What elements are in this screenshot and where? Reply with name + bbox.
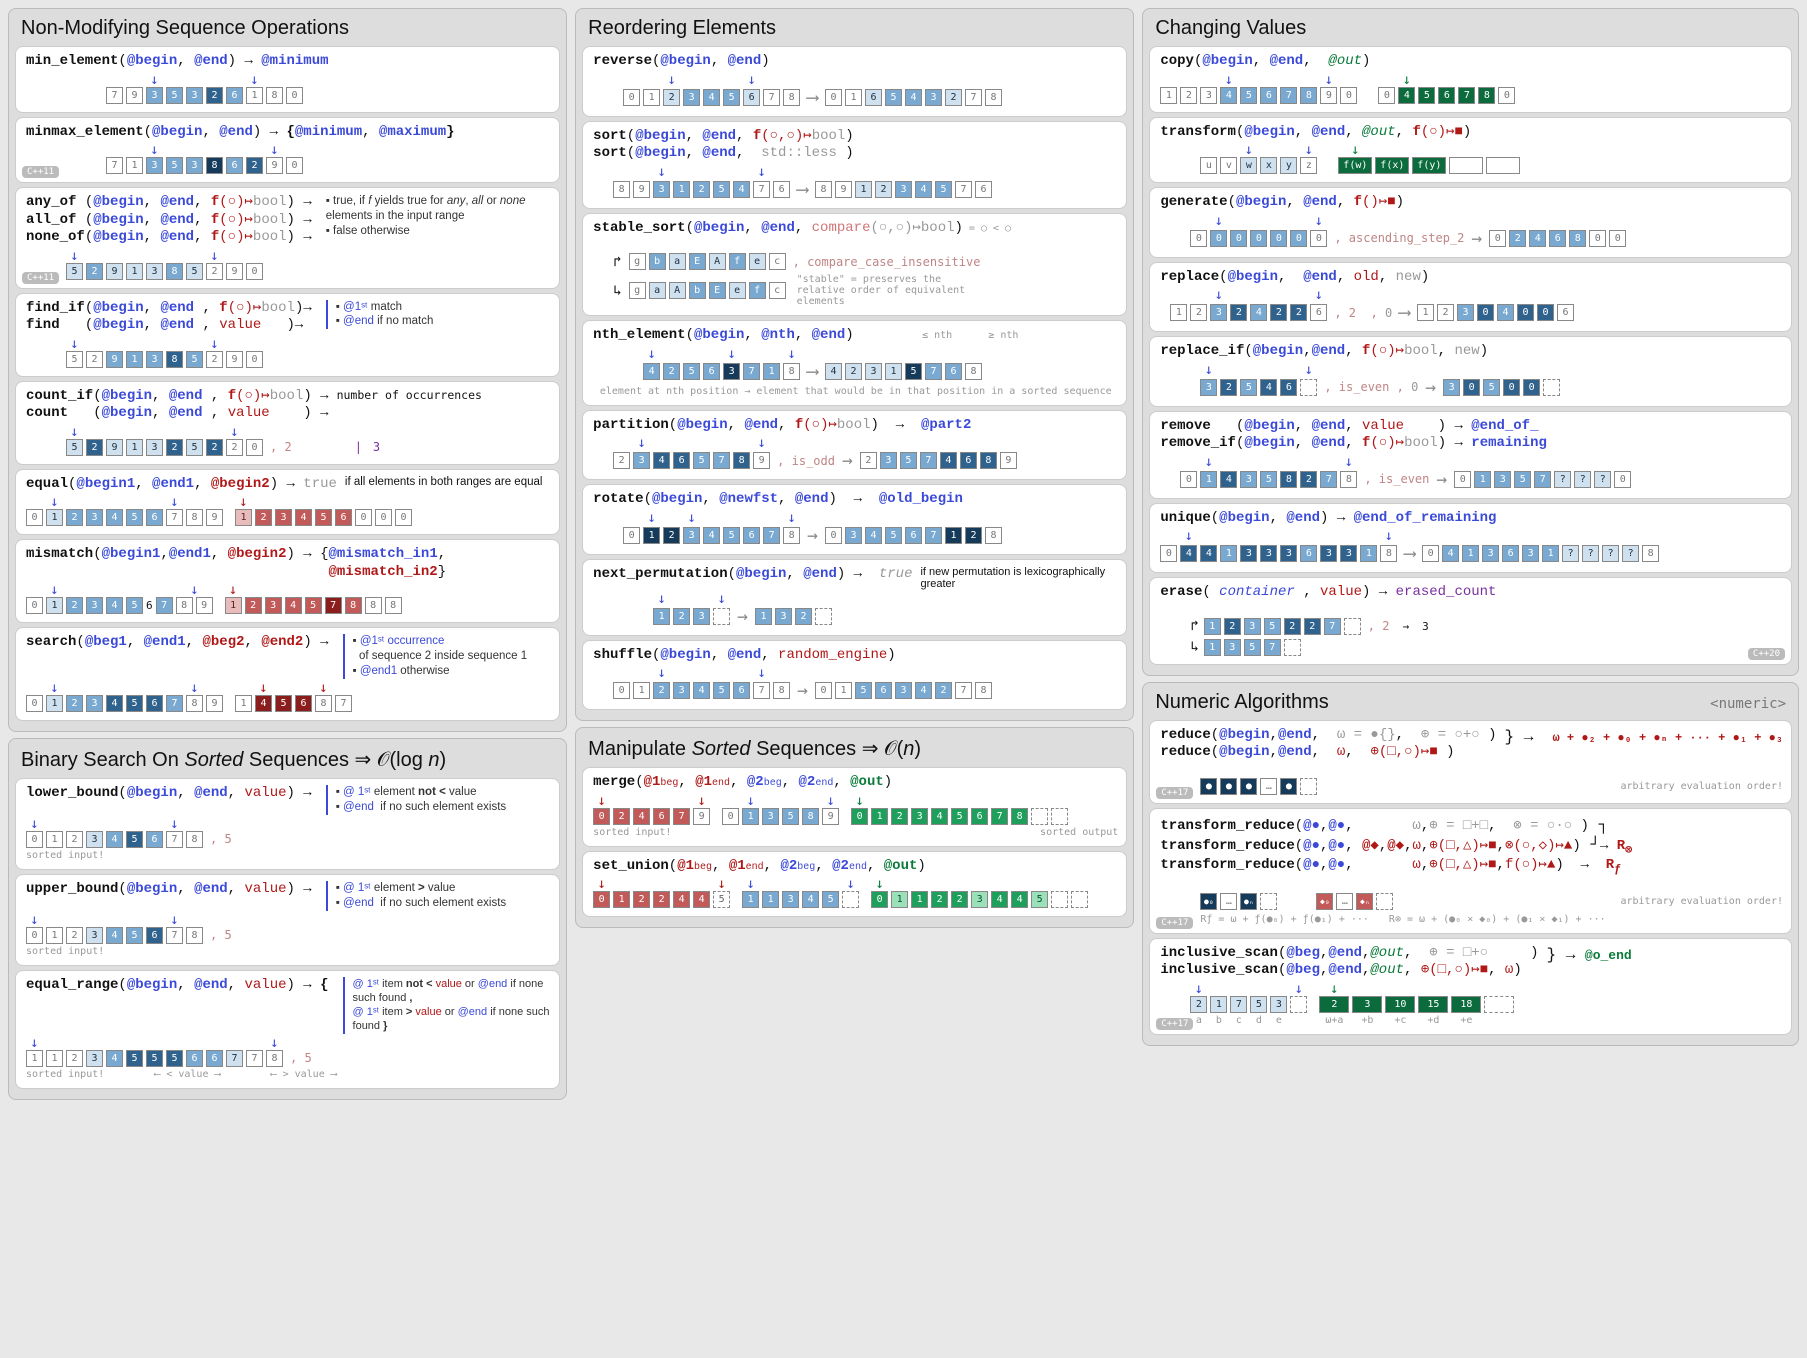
card-minmax-element: minmax_element(@begin, @end) → {@minimum… xyxy=(15,117,560,184)
card-set-union: set_union(@1beg, @1end, @2beg, @2end, @o… xyxy=(582,851,1127,918)
card-generate: generate(@begin, @end, f()↦■) ↓↓ 0000000… xyxy=(1149,187,1792,258)
card-find: find_if(@begin, @end , f(○)↦bool)→ find … xyxy=(15,293,560,377)
card-unique: unique(@begin, @end) → @end_of_remaining… xyxy=(1149,503,1792,574)
cheatsheet: Non-Modifying Sequence Operations min_el… xyxy=(8,8,1799,1100)
card-erase: erase( container , value) → erased_count… xyxy=(1149,577,1792,665)
card-stable-sort: stable_sort(@begin, @end, compare(○,○)↦b… xyxy=(582,213,1127,317)
section-numeric: Numeric Algorithms<numeric> reduce(@begi… xyxy=(1142,682,1799,1046)
card-search: search(@beg1, @end1, @beg2, @end2) → ▪ @… xyxy=(15,627,560,721)
section-manipulate-sorted: Manipulate Sorted Sequences ⇒ 𝒪(n) merge… xyxy=(575,727,1134,928)
section-binsearch: Binary Search On Sorted Sequences ⇒ 𝒪(lo… xyxy=(8,738,567,1100)
card-any-all-none: any_of (@begin, @end, f(○)↦bool) → all_o… xyxy=(15,187,560,289)
card-replace-if: replace_if(@begin,@end, f(○)↦bool, new) … xyxy=(1149,336,1792,407)
card-equal: equal(@begin1, @end1, @begin2) → true if… xyxy=(15,469,560,536)
card-transform-reduce: transform_reduce(@●,@●, ω,⊕ = □+□, ⊗ = ○… xyxy=(1149,808,1792,934)
note-true: true, if f yields true for any, all or n… xyxy=(326,195,526,222)
card-next-permutation: next_permutation(@begin, @end) → true if… xyxy=(582,559,1127,636)
card-reverse: reverse(@begin, @end) ↓↓ 012345678 ⟶ 016… xyxy=(582,46,1127,117)
card-copy: copy(@begin, @end, @out) ↓↓ 1234567890 ↓… xyxy=(1149,46,1792,113)
section-reordering: Reordering Elements reverse(@begin, @end… xyxy=(575,8,1134,721)
card-sort: sort(@begin, @end, f(○,○)↦bool) sort(@be… xyxy=(582,121,1127,209)
card-transform: transform(@begin, @end, @out, f(○)↦■) ↓↓… xyxy=(1149,117,1792,184)
card-equal-range: equal_range(@begin, @end, value) → { @ 1… xyxy=(15,970,560,1089)
viz-min-element: ↓↓ 7935326180 xyxy=(106,87,551,104)
card-rotate: rotate(@begin, @newfst, @end) → @old_beg… xyxy=(582,484,1127,555)
card-lower-bound: lower_bound(@begin, @end, value) → ▪ @ 1… xyxy=(15,778,560,870)
card-remove: remove (@begin, @end, value ) → @end_of_… xyxy=(1149,411,1792,499)
card-reduce: reduce(@begin,@end, ω = ●{}, ⊕ = ○+○ ) r… xyxy=(1149,720,1792,804)
col-mid: Reordering Elements reverse(@begin, @end… xyxy=(575,8,1134,1100)
card-inclusive-scan: inclusive_scan(@beg,@end,@out, ⊕ = □+○ )… xyxy=(1149,938,1792,1035)
card-mismatch: mismatch(@begin1,@end1, @begin2) → {@mis… xyxy=(15,539,560,623)
card-merge: merge(@1beg, @1end, @2beg, @2end, @out) … xyxy=(582,767,1127,847)
section-nonmodifying: Non-Modifying Sequence Operations min_el… xyxy=(8,8,567,732)
section-title: Non-Modifying Sequence Operations xyxy=(15,15,560,46)
card-partition: partition(@begin, @end, f(○)↦bool) → @pa… xyxy=(582,410,1127,481)
card-count: count_if(@begin, @end , f(○)↦bool) → cou… xyxy=(15,381,560,465)
card-min-element: min_element(@begin, @end) → @minimum ↓↓ … xyxy=(15,46,560,113)
tag-cpp11: C++11 xyxy=(22,166,59,178)
section-changing-values: Changing Values copy(@begin, @end, @out)… xyxy=(1142,8,1799,676)
col-left: Non-Modifying Sequence Operations min_el… xyxy=(8,8,567,1100)
card-upper-bound: upper_bound(@begin, @end, value) → ▪ @ 1… xyxy=(15,874,560,966)
card-nth-element: nth_element(@begin, @nth, @end) ≤ nth ≥ … xyxy=(582,320,1127,406)
col-right: Changing Values copy(@begin, @end, @out)… xyxy=(1142,8,1799,1100)
card-replace: replace(@begin, @end, old, new) ↓↓ 12324… xyxy=(1149,262,1792,333)
card-shuffle: shuffle(@begin, @end, random_engine) ↓↓ … xyxy=(582,640,1127,711)
